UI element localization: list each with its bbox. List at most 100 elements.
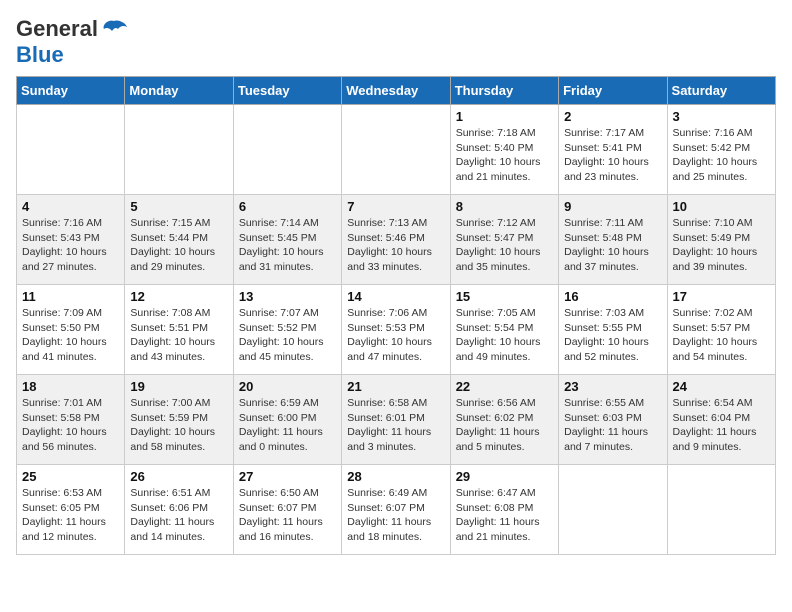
day-info: Sunrise: 7:15 AM Sunset: 5:44 PM Dayligh… xyxy=(130,216,227,275)
day-number: 17 xyxy=(673,289,770,304)
calendar-cell xyxy=(559,465,667,555)
day-number: 10 xyxy=(673,199,770,214)
calendar-cell: 28Sunrise: 6:49 AM Sunset: 6:07 PM Dayli… xyxy=(342,465,450,555)
day-number: 12 xyxy=(130,289,227,304)
weekday-header-tuesday: Tuesday xyxy=(233,77,341,105)
page-header: General Blue xyxy=(16,16,776,68)
day-info: Sunrise: 7:17 AM Sunset: 5:41 PM Dayligh… xyxy=(564,126,661,185)
day-info: Sunrise: 7:09 AM Sunset: 5:50 PM Dayligh… xyxy=(22,306,119,365)
calendar-cell: 3Sunrise: 7:16 AM Sunset: 5:42 PM Daylig… xyxy=(667,105,775,195)
weekday-header-wednesday: Wednesday xyxy=(342,77,450,105)
day-info: Sunrise: 7:12 AM Sunset: 5:47 PM Dayligh… xyxy=(456,216,553,275)
calendar-cell: 29 Sunrise: 6:47 AM Sunset: 6:08 PM Dayli… xyxy=(450,465,558,555)
day-info: Sunrise: 6:55 AM Sunset: 6:03 PM Dayligh… xyxy=(564,396,661,455)
day-number: 8 xyxy=(456,199,553,214)
logo-general: General xyxy=(16,16,98,42)
calendar-cell xyxy=(17,105,125,195)
week-row-2: 4 Sunrise: 7:16 AM Sunset: 5:43 PM Daylig… xyxy=(17,195,776,285)
weekday-header-row: SundayMondayTuesdayWednesdayThursdayFrid… xyxy=(17,77,776,105)
logo: General Blue xyxy=(16,16,128,68)
calendar-cell xyxy=(667,465,775,555)
calendar-cell: 27Sunrise: 6:50 AM Sunset: 6:07 PM Dayli… xyxy=(233,465,341,555)
day-info: Sunrise: 7:11 AM Sunset: 5:48 PM Dayligh… xyxy=(564,216,661,275)
day-number: 25 xyxy=(22,469,119,484)
calendar-cell xyxy=(125,105,233,195)
day-info: Sunrise: 6:54 AM Sunset: 6:04 PM Dayligh… xyxy=(673,396,770,455)
day-info: Sunrise: 7:10 AM Sunset: 5:49 PM Dayligh… xyxy=(673,216,770,275)
day-info: Sunrise: 7:16 AM Sunset: 5:43 PM Dayligh… xyxy=(22,216,119,275)
day-info: Sunrise: 6:51 AM Sunset: 6:06 PM Dayligh… xyxy=(130,486,227,545)
day-info: Sunrise: 6:58 AM Sunset: 6:01 PM Dayligh… xyxy=(347,396,444,455)
weekday-header-thursday: Thursday xyxy=(450,77,558,105)
day-number: 11 xyxy=(22,289,119,304)
logo-blue: Blue xyxy=(16,42,64,67)
calendar-cell xyxy=(233,105,341,195)
day-info: Sunrise: 7:01 AM Sunset: 5:58 PM Dayligh… xyxy=(22,396,119,455)
calendar-cell: 9 Sunrise: 7:11 AM Sunset: 5:48 PM Daylig… xyxy=(559,195,667,285)
day-number: 5 xyxy=(130,199,227,214)
calendar-cell: 4 Sunrise: 7:16 AM Sunset: 5:43 PM Daylig… xyxy=(17,195,125,285)
calendar-cell: 10 Sunrise: 7:10 AM Sunset: 5:49 PM Dayli… xyxy=(667,195,775,285)
day-number: 16 xyxy=(564,289,661,304)
calendar-cell: 13 Sunrise: 7:07 AM Sunset: 5:52 PM Dayli… xyxy=(233,285,341,375)
weekday-header-saturday: Saturday xyxy=(667,77,775,105)
weekday-header-friday: Friday xyxy=(559,77,667,105)
calendar-cell: 21Sunrise: 6:58 AM Sunset: 6:01 PM Dayli… xyxy=(342,375,450,465)
calendar-cell: 26Sunrise: 6:51 AM Sunset: 6:06 PM Dayli… xyxy=(125,465,233,555)
week-row-1: 1Sunrise: 7:18 AM Sunset: 5:40 PM Daylig… xyxy=(17,105,776,195)
calendar-cell: 22Sunrise: 6:56 AM Sunset: 6:02 PM Dayli… xyxy=(450,375,558,465)
day-number: 7 xyxy=(347,199,444,214)
calendar-cell: 1Sunrise: 7:18 AM Sunset: 5:40 PM Daylig… xyxy=(450,105,558,195)
calendar-cell: 7 Sunrise: 7:13 AM Sunset: 5:46 PM Daylig… xyxy=(342,195,450,285)
calendar-cell: 8 Sunrise: 7:12 AM Sunset: 5:47 PM Daylig… xyxy=(450,195,558,285)
day-number: 24 xyxy=(673,379,770,394)
week-row-4: 18 Sunrise: 7:01 AM Sunset: 5:58 PM Dayli… xyxy=(17,375,776,465)
calendar-cell: 18 Sunrise: 7:01 AM Sunset: 5:58 PM Dayli… xyxy=(17,375,125,465)
day-number: 29 xyxy=(456,469,553,484)
calendar-cell: 24 Sunrise: 6:54 AM Sunset: 6:04 PM Dayli… xyxy=(667,375,775,465)
calendar-cell: 11 Sunrise: 7:09 AM Sunset: 5:50 PM Dayli… xyxy=(17,285,125,375)
day-info: Sunrise: 7:02 AM Sunset: 5:57 PM Dayligh… xyxy=(673,306,770,365)
day-number: 9 xyxy=(564,199,661,214)
calendar-cell: 23 Sunrise: 6:55 AM Sunset: 6:03 PM Dayli… xyxy=(559,375,667,465)
day-info: Sunrise: 6:47 AM Sunset: 6:08 PM Dayligh… xyxy=(456,486,553,545)
day-info: Sunrise: 7:18 AM Sunset: 5:40 PM Dayligh… xyxy=(456,126,553,185)
calendar-cell: 17 Sunrise: 7:02 AM Sunset: 5:57 PM Dayli… xyxy=(667,285,775,375)
day-number: 6 xyxy=(239,199,336,214)
calendar-cell: 19 Sunrise: 7:00 AM Sunset: 5:59 PM Dayli… xyxy=(125,375,233,465)
day-number: 18 xyxy=(22,379,119,394)
calendar-cell: 15 Sunrise: 7:05 AM Sunset: 5:54 PM Dayli… xyxy=(450,285,558,375)
day-number: 3 xyxy=(673,109,770,124)
day-info: Sunrise: 7:07 AM Sunset: 5:52 PM Dayligh… xyxy=(239,306,336,365)
day-number: 13 xyxy=(239,289,336,304)
day-number: 15 xyxy=(456,289,553,304)
day-number: 20 xyxy=(239,379,336,394)
calendar-cell: 16 Sunrise: 7:03 AM Sunset: 5:55 PM Dayli… xyxy=(559,285,667,375)
calendar-cell: 5 Sunrise: 7:15 AM Sunset: 5:44 PM Daylig… xyxy=(125,195,233,285)
day-number: 23 xyxy=(564,379,661,394)
day-info: Sunrise: 6:59 AM Sunset: 6:00 PM Dayligh… xyxy=(239,396,336,455)
day-number: 4 xyxy=(22,199,119,214)
calendar-cell: 25 Sunrise: 6:53 AM Sunset: 6:05 PM Dayli… xyxy=(17,465,125,555)
day-info: Sunrise: 7:06 AM Sunset: 5:53 PM Dayligh… xyxy=(347,306,444,365)
calendar-cell: 14 Sunrise: 7:06 AM Sunset: 5:53 PM Dayli… xyxy=(342,285,450,375)
day-info: Sunrise: 7:13 AM Sunset: 5:46 PM Dayligh… xyxy=(347,216,444,275)
day-info: Sunrise: 7:03 AM Sunset: 5:55 PM Dayligh… xyxy=(564,306,661,365)
week-row-3: 11 Sunrise: 7:09 AM Sunset: 5:50 PM Dayli… xyxy=(17,285,776,375)
day-info: Sunrise: 7:14 AM Sunset: 5:45 PM Dayligh… xyxy=(239,216,336,275)
calendar-cell xyxy=(342,105,450,195)
day-info: Sunrise: 7:05 AM Sunset: 5:54 PM Dayligh… xyxy=(456,306,553,365)
logo-bird-icon xyxy=(100,19,128,39)
day-number: 19 xyxy=(130,379,227,394)
day-number: 14 xyxy=(347,289,444,304)
day-info: Sunrise: 7:08 AM Sunset: 5:51 PM Dayligh… xyxy=(130,306,227,365)
calendar-cell: 12 Sunrise: 7:08 AM Sunset: 5:51 PM Dayli… xyxy=(125,285,233,375)
day-info: Sunrise: 7:00 AM Sunset: 5:59 PM Dayligh… xyxy=(130,396,227,455)
day-info: Sunrise: 6:53 AM Sunset: 6:05 PM Dayligh… xyxy=(22,486,119,545)
day-info: Sunrise: 6:50 AM Sunset: 6:07 PM Dayligh… xyxy=(239,486,336,545)
calendar-cell: 20 Sunrise: 6:59 AM Sunset: 6:00 PM Dayli… xyxy=(233,375,341,465)
day-number: 28 xyxy=(347,469,444,484)
calendar-cell: 6 Sunrise: 7:14 AM Sunset: 5:45 PM Daylig… xyxy=(233,195,341,285)
weekday-header-sunday: Sunday xyxy=(17,77,125,105)
day-number: 2 xyxy=(564,109,661,124)
